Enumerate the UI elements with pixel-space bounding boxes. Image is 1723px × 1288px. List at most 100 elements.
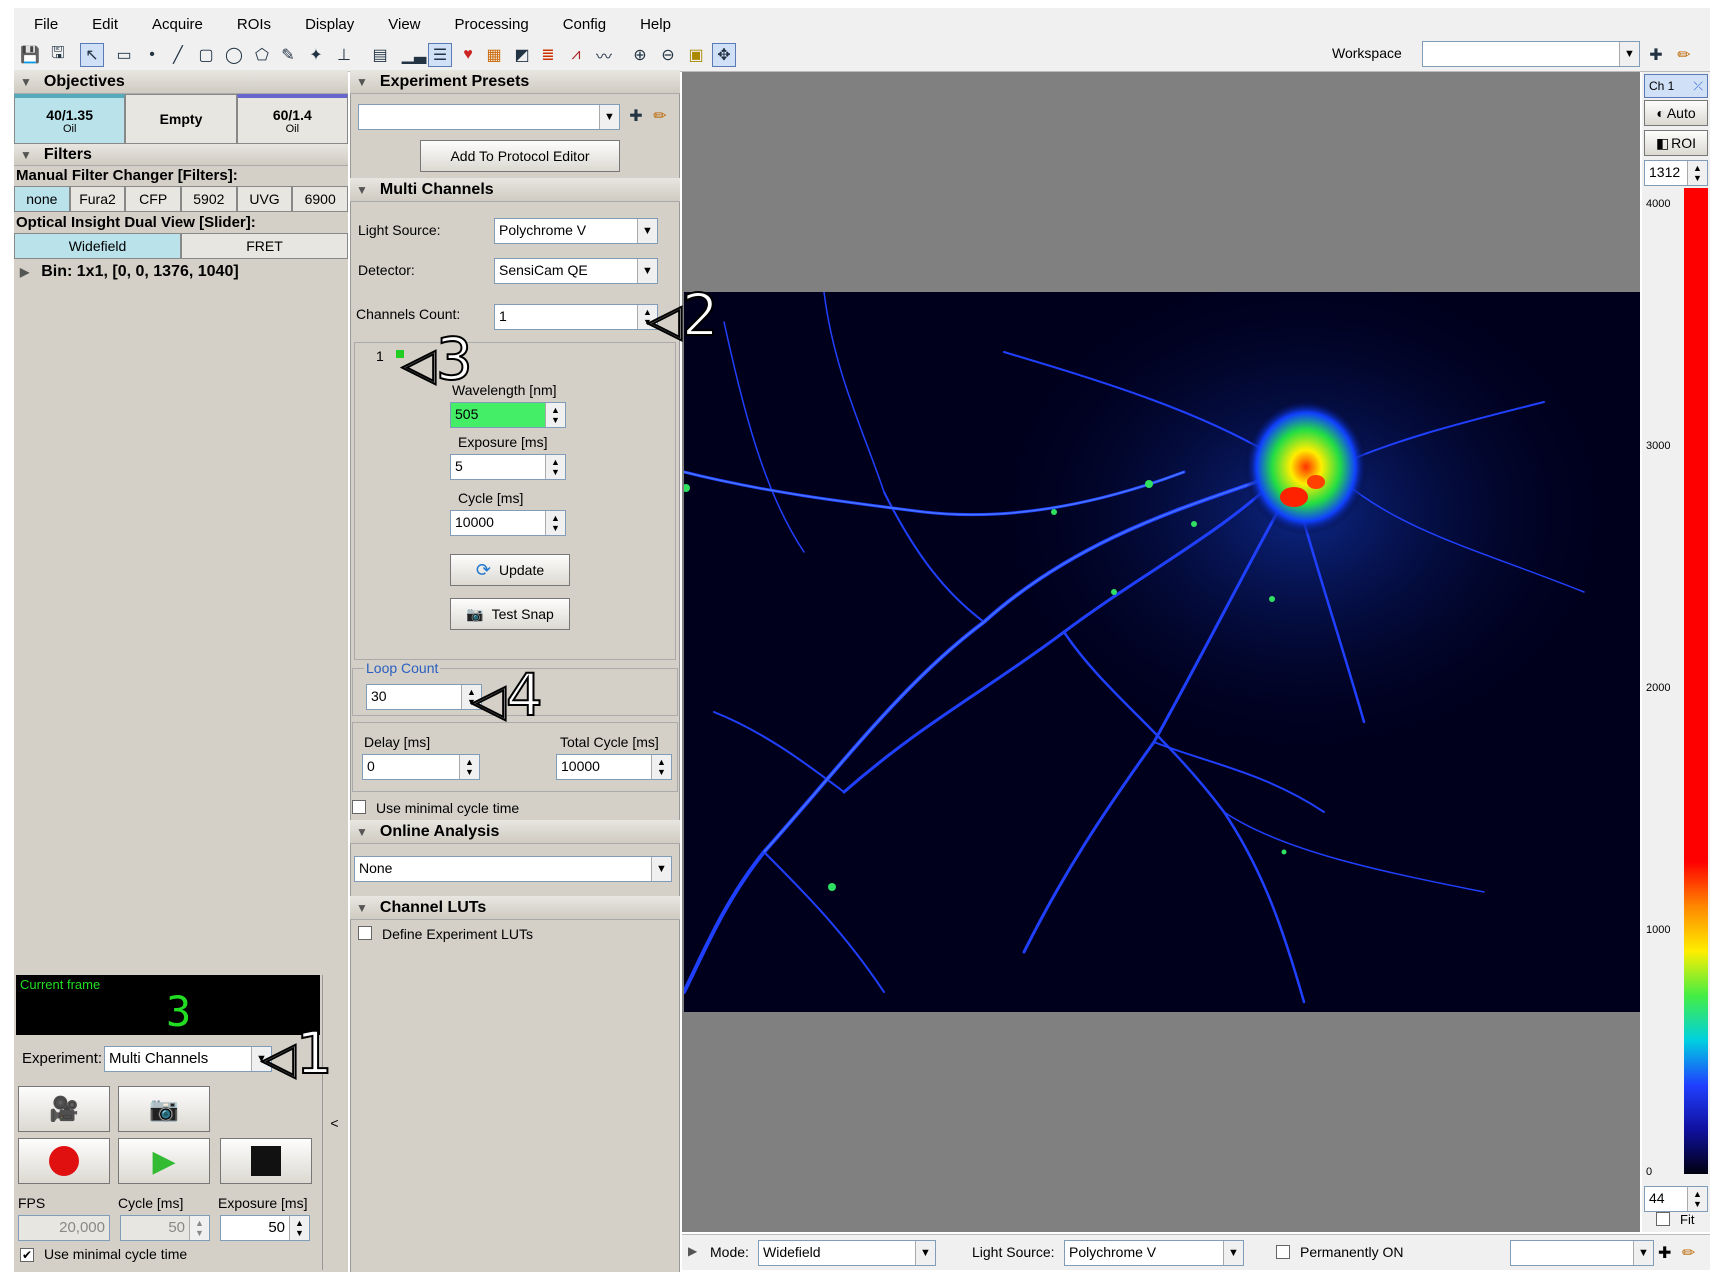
presets-header[interactable]: ▼ Experiment Presets [350, 70, 680, 94]
add-to-protocol-button[interactable]: Add To Protocol Editor [420, 140, 620, 172]
exposure-field[interactable]: 50 ▲ ▼ [220, 1215, 310, 1241]
update-button[interactable]: ⟳ Update [450, 554, 570, 586]
define-luts-checkbox[interactable] [358, 926, 372, 940]
menu-config[interactable]: Config [543, 16, 620, 33]
edit-preset-icon[interactable]: ✏ [648, 104, 672, 128]
fit-label: Fit [1680, 1212, 1695, 1227]
dualview-widefield[interactable]: Widefield [14, 233, 181, 259]
wand-icon[interactable]: ✦ [304, 43, 328, 67]
status-add-icon[interactable]: ✚ [1658, 1243, 1671, 1263]
histogram-icon[interactable]: ▁▃ [402, 43, 427, 67]
channel-exposure-field[interactable]: 5 ▲ ▼ [450, 454, 566, 480]
freehand-icon[interactable]: ✎ [276, 43, 300, 67]
menu-acquire[interactable]: Acquire [132, 16, 217, 33]
edit-pencil-icon[interactable]: ✏ [1672, 43, 1696, 67]
add-preset-icon[interactable]: ✚ [624, 104, 648, 128]
graph-icon[interactable]: ◩ [510, 43, 534, 67]
tiles-icon[interactable]: ▦ [482, 43, 506, 67]
channel-selector[interactable]: Ch 1 ⤫ [1644, 74, 1708, 98]
zoom-out-icon[interactable]: ⊖ [656, 43, 680, 67]
add-icon[interactable]: ✚ [1644, 43, 1668, 67]
online-analysis-header[interactable]: ▼ Online Analysis [350, 820, 680, 844]
status-extra-dropdown[interactable]: ▼ [1510, 1240, 1654, 1266]
calc-icon[interactable]: ▤ [368, 43, 392, 67]
channel-cycle-field[interactable]: 10000 ▲ ▼ [450, 510, 566, 536]
online-analysis-dropdown[interactable]: None ▼ [354, 856, 672, 882]
objectives-header[interactable]: ▼ Objectives [14, 70, 348, 94]
lut-max-field[interactable]: 1312 ▲ ▼ [1644, 160, 1708, 186]
total-cycle-field[interactable]: 10000 ▲ ▼ [556, 754, 672, 780]
light-source-dropdown[interactable]: Polychrome V ▼ [494, 218, 658, 244]
save-as-icon[interactable]: 🖫 [46, 43, 70, 67]
filter-cfp[interactable]: CFP [125, 186, 182, 212]
stamp-icon[interactable]: ⊥ [332, 43, 356, 67]
pointer-icon[interactable]: ↖ [80, 43, 104, 67]
bin-header[interactable]: ▶ Bin: 1x1, [0, 0, 1376, 1040] [14, 260, 348, 284]
detector-dropdown[interactable]: SensiCam QE ▼ [494, 258, 658, 284]
callout-3: ◁3 [401, 325, 474, 393]
status-edit-icon[interactable]: ✏ [1682, 1243, 1695, 1263]
channels-count-field[interactable]: 1 ▲ ▼ [494, 304, 658, 330]
filter-5902[interactable]: 5902 [181, 186, 237, 212]
zoom-1-icon[interactable]: ▣ [684, 43, 708, 67]
stop-button[interactable] [220, 1138, 312, 1184]
channel-tab-1[interactable]: 1 [376, 348, 384, 364]
auto-button[interactable]: ◐ Auto [1644, 100, 1708, 126]
color-icon[interactable]: ♥ [456, 43, 480, 67]
experiment-dropdown[interactable]: Multi Channels ▼ [104, 1046, 272, 1072]
lut-icon[interactable]: ☰ [428, 43, 452, 67]
lut-bar-gradient[interactable] [1684, 862, 1708, 1174]
dualview-fret[interactable]: FRET [181, 233, 348, 259]
objective-40x[interactable]: 40/1.35 Oil [14, 94, 126, 144]
loop-count-field[interactable]: 30 ▲ ▼ [366, 684, 482, 710]
list-icon[interactable]: ≣ [536, 43, 560, 67]
polygon-icon[interactable]: ⬠ [250, 43, 274, 67]
menu-file[interactable]: File [14, 16, 72, 33]
line-icon[interactable]: ╱ [166, 43, 190, 67]
mode-dropdown[interactable]: Widefield ▼ [758, 1240, 936, 1266]
filter-fura2[interactable]: Fura2 [69, 186, 126, 212]
chart-icon[interactable]: ⩘ [564, 43, 588, 67]
ellipse-icon[interactable]: ◯ [222, 43, 246, 67]
multi-channels-header[interactable]: ▼ Multi Channels [350, 178, 680, 202]
filter-uvg[interactable]: UVG [236, 186, 293, 212]
channel-luts-header[interactable]: ▼ Channel LUTs [350, 896, 680, 920]
menu-rois[interactable]: ROIs [217, 16, 285, 33]
objective-60x[interactable]: 60/1.4 Oil [236, 94, 348, 144]
presets-dropdown[interactable]: ▼ [358, 104, 620, 130]
delay-field[interactable]: 0 ▲ ▼ [362, 754, 480, 780]
snapshot-button[interactable]: 📷 [118, 1086, 210, 1132]
minimal-cycle-checkbox[interactable] [352, 800, 366, 814]
minimal-cycle-checkbox-left[interactable]: ✔ [20, 1248, 34, 1262]
filter-6900[interactable]: 6900 [292, 186, 349, 212]
menu-processing[interactable]: Processing [435, 16, 543, 33]
menu-edit[interactable]: Edit [72, 16, 132, 33]
permanently-on-checkbox[interactable] [1276, 1245, 1290, 1259]
menu-help[interactable]: Help [620, 16, 685, 33]
lut-min-field[interactable]: 44 ▲ ▼ [1644, 1186, 1708, 1212]
play-button[interactable]: ▶ [118, 1138, 210, 1184]
rect-icon[interactable]: ▢ [194, 43, 218, 67]
fit-icon[interactable]: ✥ [712, 43, 736, 67]
save-icon[interactable]: 💾 [18, 43, 42, 67]
mode-label: Mode: [710, 1244, 749, 1260]
test-snap-button[interactable]: 📷 Test Snap [450, 598, 570, 630]
wavelength-field[interactable]: 505 ▲ ▼ [450, 402, 566, 428]
roi-button[interactable]: ◧ ROI [1644, 130, 1708, 156]
menu-display[interactable]: Display [285, 16, 368, 33]
profile-icon[interactable]: 〰 [592, 43, 616, 67]
point-icon[interactable]: • [140, 43, 164, 67]
menu-view[interactable]: View [368, 16, 434, 33]
ruler-icon[interactable]: ▭ [112, 43, 136, 67]
filters-header[interactable]: ▼ Filters [14, 144, 348, 166]
objective-empty[interactable]: Empty [125, 94, 237, 144]
filter-none[interactable]: none [14, 186, 70, 212]
zoom-in-icon[interactable]: ⊕ [628, 43, 652, 67]
status-light-dropdown[interactable]: Polychrome V ▼ [1064, 1240, 1244, 1266]
expand-icon[interactable]: ▶ [688, 1244, 697, 1258]
record-movie-button[interactable]: 🎥 [18, 1086, 110, 1132]
record-button[interactable] [18, 1138, 110, 1184]
fit-checkbox[interactable] [1656, 1212, 1670, 1226]
total-cycle-label: Total Cycle [ms] [560, 734, 659, 750]
workspace-dropdown[interactable]: ▼ [1422, 41, 1640, 67]
